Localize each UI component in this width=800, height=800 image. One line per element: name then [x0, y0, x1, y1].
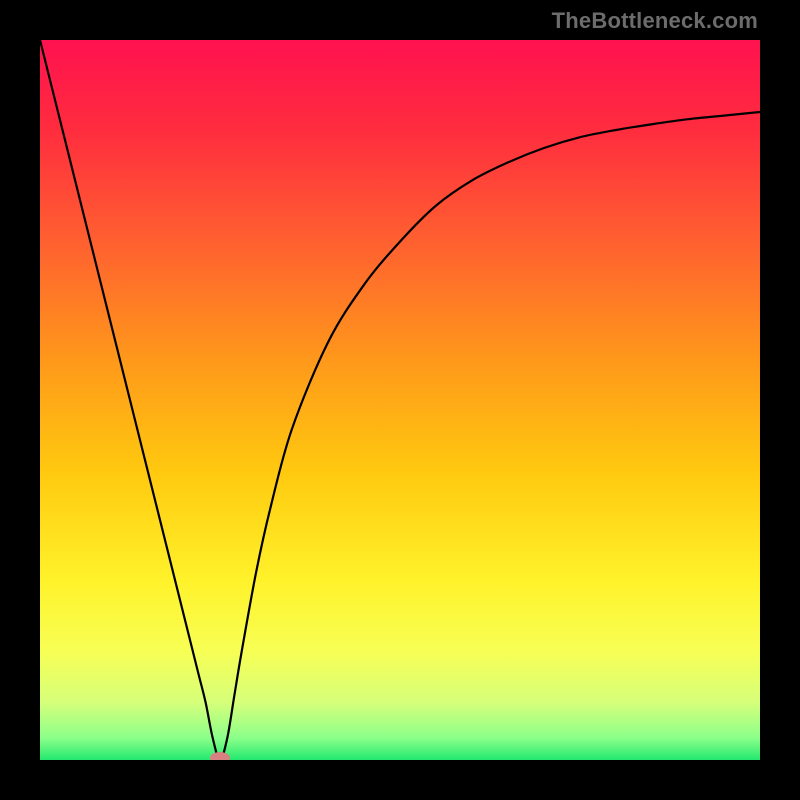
bottleneck-curve	[40, 40, 760, 760]
chart-frame: TheBottleneck.com	[0, 0, 800, 800]
plot-area	[40, 40, 760, 760]
minimum-marker	[210, 752, 230, 760]
watermark-label: TheBottleneck.com	[552, 8, 758, 34]
